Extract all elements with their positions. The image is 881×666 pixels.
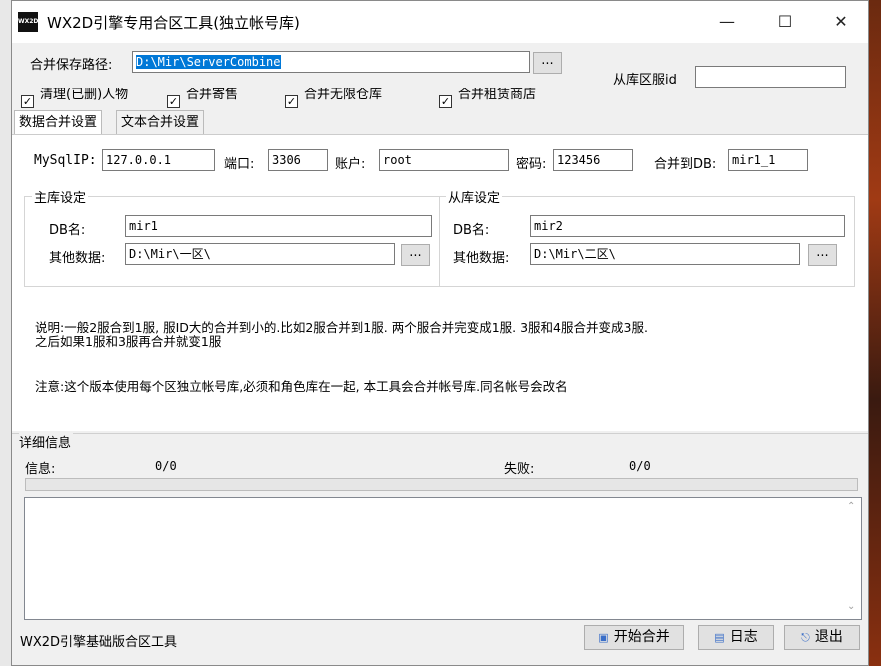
save-path-label: 合并保存路径:	[30, 58, 113, 73]
log-button[interactable]: ▤ 日志	[698, 625, 774, 650]
slave-db-group	[439, 196, 855, 287]
info-label: 信息:	[25, 462, 56, 477]
tab-data-merge[interactable]: 数据合并设置	[14, 110, 103, 135]
master-db-group-title: 主库设定	[32, 187, 89, 206]
exit-label: 退出	[814, 629, 843, 645]
checkmark-icon: ✓	[286, 95, 297, 108]
password-input[interactable]: 123456	[553, 149, 633, 171]
exit-icon: ⎋	[801, 631, 810, 644]
checkmark-icon: ✓	[22, 95, 33, 108]
exit-button[interactable]: ⎋ 退出	[784, 625, 860, 650]
tab-strip: 数据合并设置 文本合并设置	[12, 110, 868, 135]
maximize-button[interactable]: ☐	[756, 1, 814, 43]
slave-other-data-label: 其他数据:	[453, 251, 510, 266]
scroll-up-icon[interactable]: ⌃	[847, 501, 855, 512]
window-title: WX2D引擎专用合区工具(独立帐号库)	[47, 14, 300, 32]
user-input[interactable]: root	[379, 149, 509, 171]
target-db-input[interactable]: mir1_1	[728, 149, 808, 171]
password-label: 密码:	[516, 157, 547, 172]
fail-value: 0/0	[629, 459, 651, 473]
checkbox-merge-rental[interactable]: ✓	[439, 95, 452, 108]
slave-db-name-label: DB名:	[453, 223, 490, 238]
fail-label: 失败:	[504, 462, 535, 477]
start-merge-label: 开始合并	[613, 629, 670, 645]
log-label: 日志	[729, 629, 758, 645]
master-db-name-label: DB名:	[49, 223, 86, 238]
master-db-group	[24, 196, 440, 287]
mysql-ip-label: MySqlIP:	[34, 153, 97, 168]
details-title: 详细信息	[19, 432, 74, 451]
status-text: WX2D引擎基础版合区工具	[20, 635, 178, 650]
checkbox-merge-storage-label: 合并无限仓库	[304, 88, 383, 102]
checkmark-icon: ✓	[168, 95, 179, 108]
maximize-icon: ☐	[777, 12, 793, 31]
details-divider	[12, 433, 868, 434]
log-icon: ▤	[714, 631, 725, 644]
slave-db-group-title: 从库设定	[446, 187, 503, 206]
info-value: 0/0	[155, 459, 177, 473]
log-scrollbar[interactable]: ⌃ ⌄	[844, 498, 861, 619]
title-bar[interactable]: WX2D WX2D引擎专用合区工具(独立帐号库) — ☐ ✕	[12, 1, 868, 43]
close-button[interactable]: ✕	[812, 1, 870, 43]
port-label: 端口:	[224, 157, 255, 172]
port-input[interactable]: 3306	[268, 149, 328, 171]
minimize-button[interactable]: —	[698, 1, 756, 43]
save-path-input[interactable]: D:\Mir\ServerCombine	[132, 51, 530, 73]
save-path-browse-button[interactable]: ...	[533, 52, 562, 74]
checkbox-clean-deleted[interactable]: ✓	[21, 95, 34, 108]
close-icon: ✕	[834, 12, 848, 31]
master-other-data-label: 其他数据:	[49, 251, 106, 266]
main-window: WX2D WX2D引擎专用合区工具(独立帐号库) — ☐ ✕ 合并保存路径: D…	[11, 0, 869, 666]
start-merge-button[interactable]: ▣ 开始合并	[584, 625, 684, 650]
master-db-name-input[interactable]: mir1	[125, 215, 432, 237]
checkmark-icon: ✓	[440, 95, 451, 108]
database-icon: ▣	[598, 631, 609, 644]
minimize-icon: —	[719, 12, 735, 31]
mysql-ip-input[interactable]: 127.0.0.1	[102, 149, 215, 171]
checkbox-merge-storage[interactable]: ✓	[285, 95, 298, 108]
app-logo-icon: WX2D	[18, 12, 38, 32]
checkbox-merge-rental-label: 合并租赁商店	[458, 88, 537, 102]
target-db-label: 合并到DB:	[654, 157, 717, 172]
note-line-3: 注意:这个版本使用每个区独立帐号库,必须和角色库在一起, 本工具会合并帐号库.同…	[35, 379, 568, 394]
checkbox-merge-consign-label: 合并寄售	[186, 88, 239, 102]
user-label: 账户:	[335, 157, 366, 172]
slave-other-data-input[interactable]: D:\Mir\二区\	[530, 243, 800, 265]
note-line-2: 之后如果1服和3服再合并就变1服	[35, 334, 222, 349]
slave-server-id-input[interactable]	[695, 66, 846, 88]
slave-db-name-input[interactable]: mir2	[530, 215, 845, 237]
scroll-down-icon[interactable]: ⌄	[847, 601, 855, 612]
checkbox-merge-consign[interactable]: ✓	[167, 95, 180, 108]
master-other-data-input[interactable]: D:\Mir\一区\	[125, 243, 395, 265]
checkbox-clean-deleted-label: 清理(已删)人物	[40, 88, 129, 102]
master-other-data-browse-button[interactable]: ...	[401, 244, 430, 266]
progress-bar	[25, 478, 858, 491]
slave-server-id-label: 从库区服id	[613, 73, 677, 88]
slave-other-data-browse-button[interactable]: ...	[808, 244, 837, 266]
data-merge-panel: MySqlIP: 127.0.0.1 端口: 3306 账户: root 密码:…	[12, 134, 868, 431]
log-textarea[interactable]: ⌃ ⌄	[24, 497, 862, 620]
tab-text-merge[interactable]: 文本合并设置	[116, 110, 205, 134]
background-window-right	[868, 0, 881, 666]
